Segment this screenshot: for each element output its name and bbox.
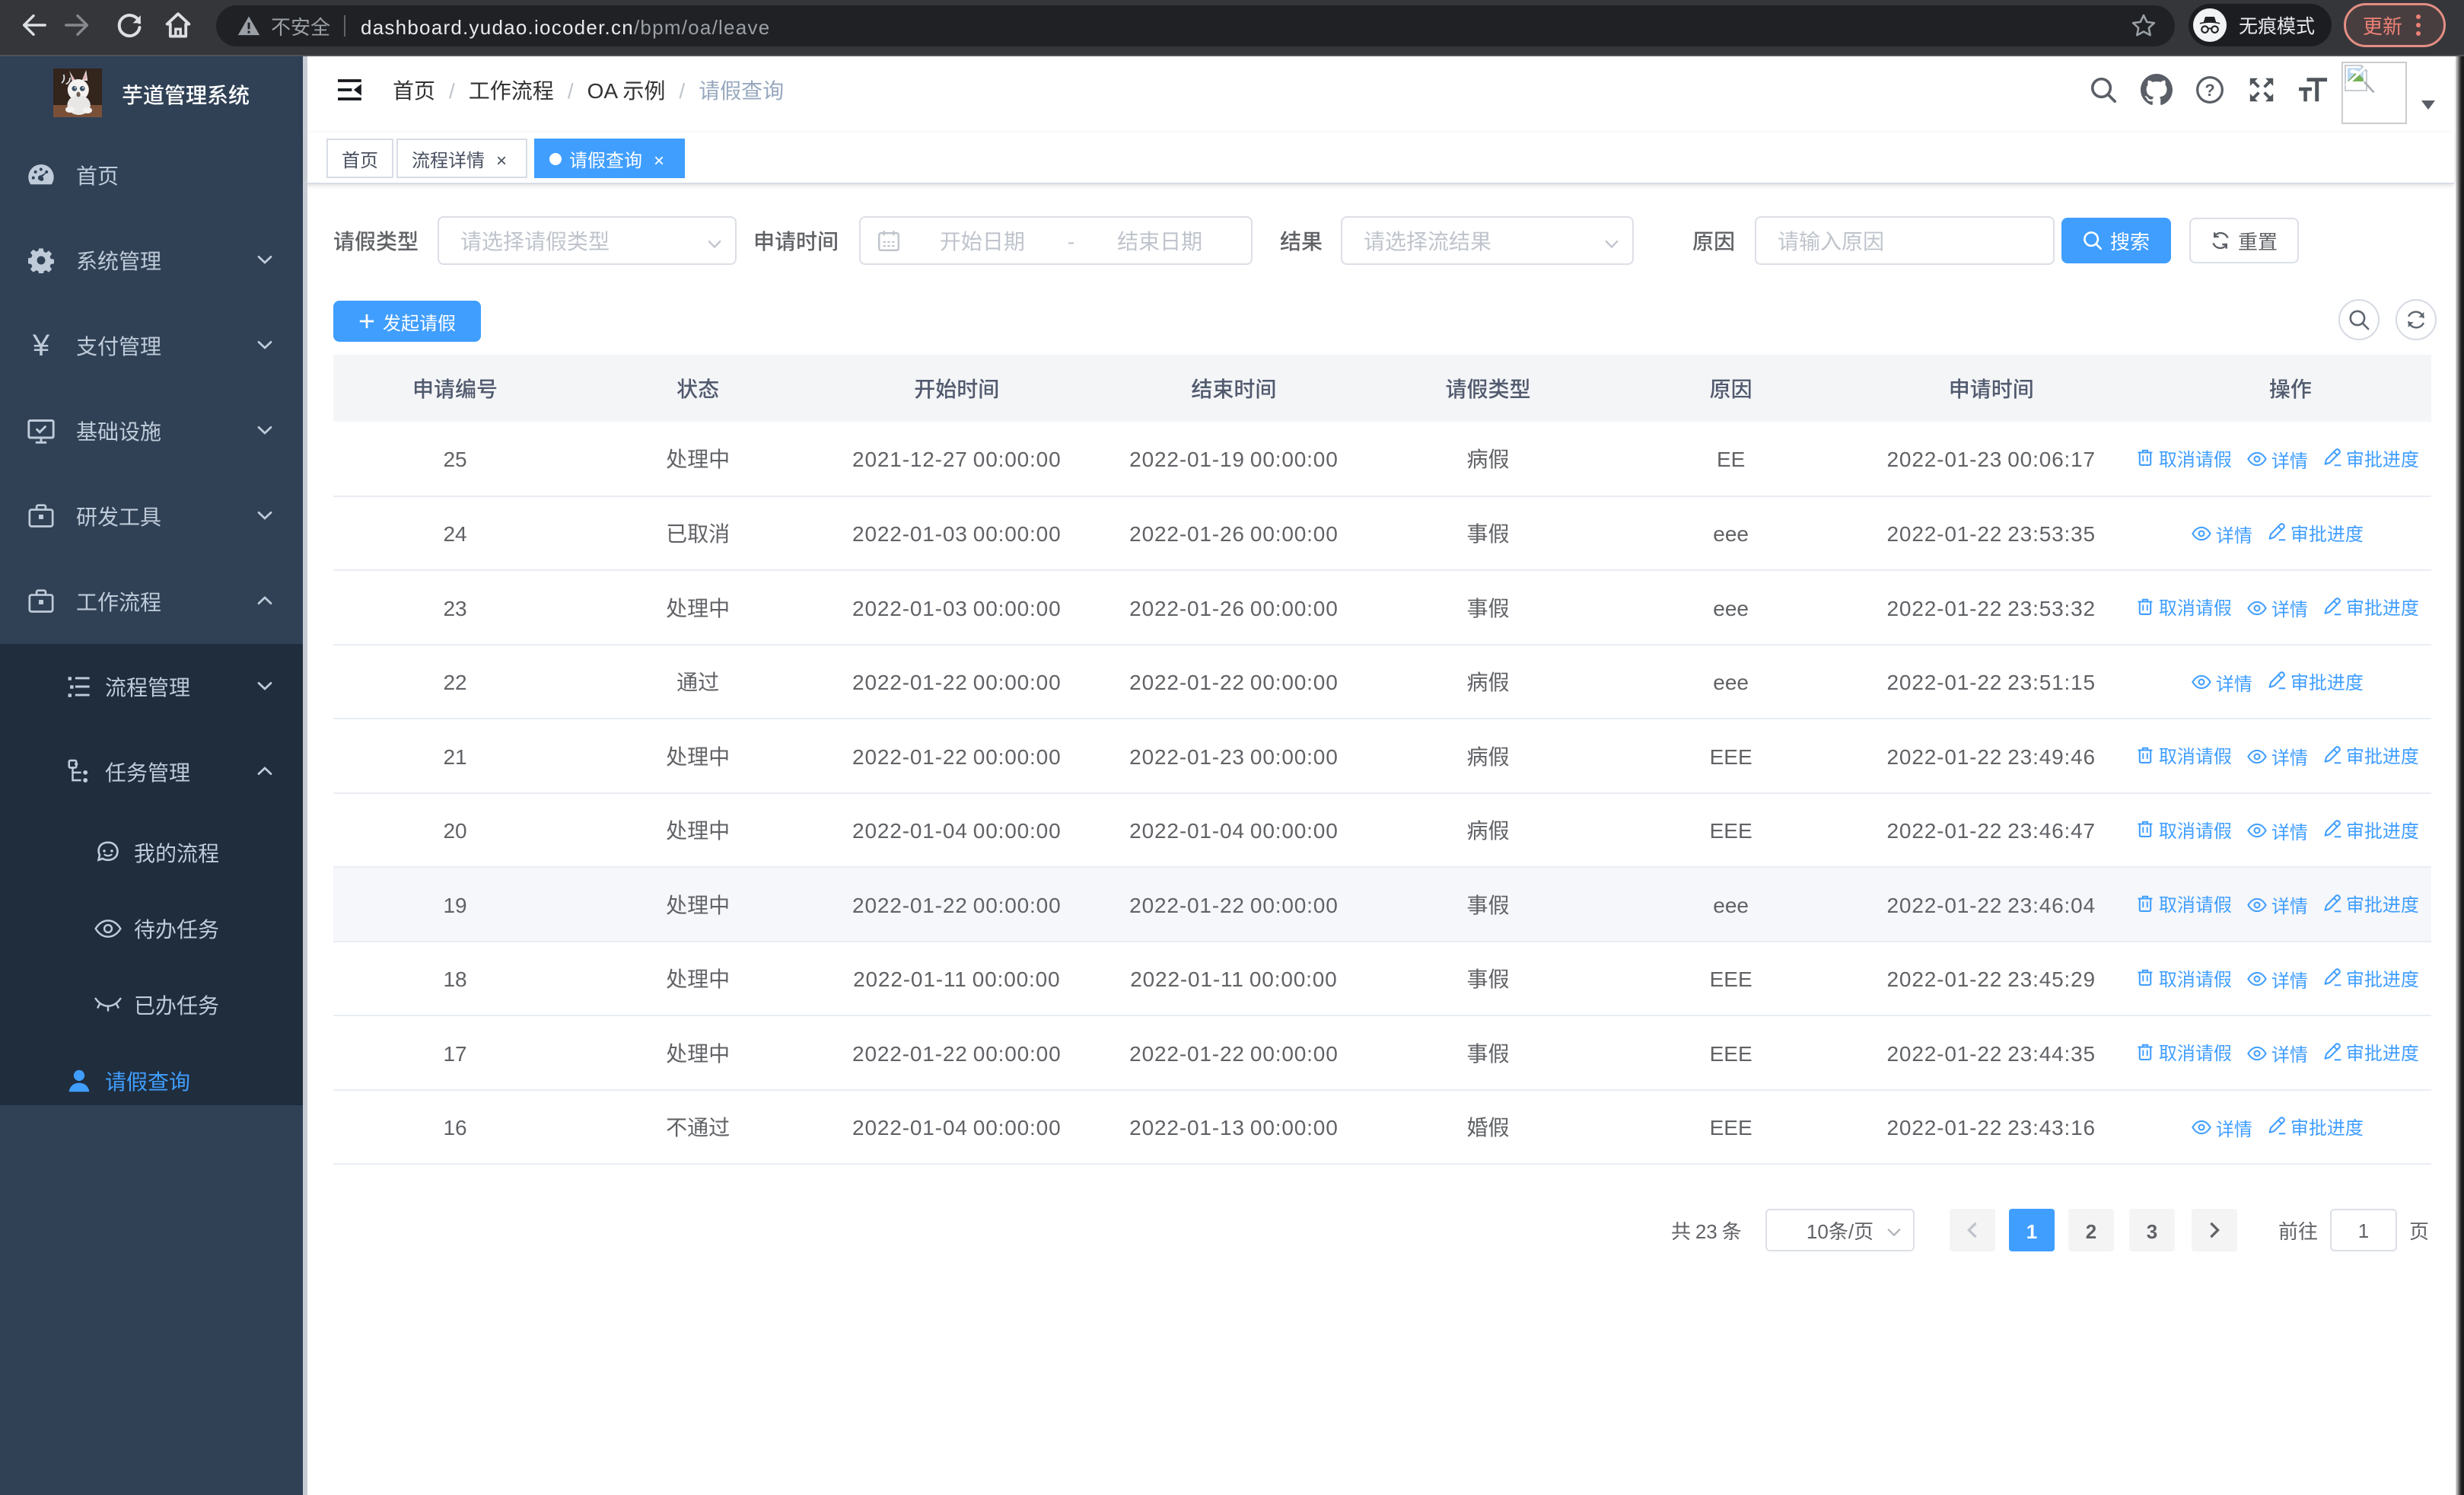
svg-text:?: ? (2205, 81, 2214, 100)
